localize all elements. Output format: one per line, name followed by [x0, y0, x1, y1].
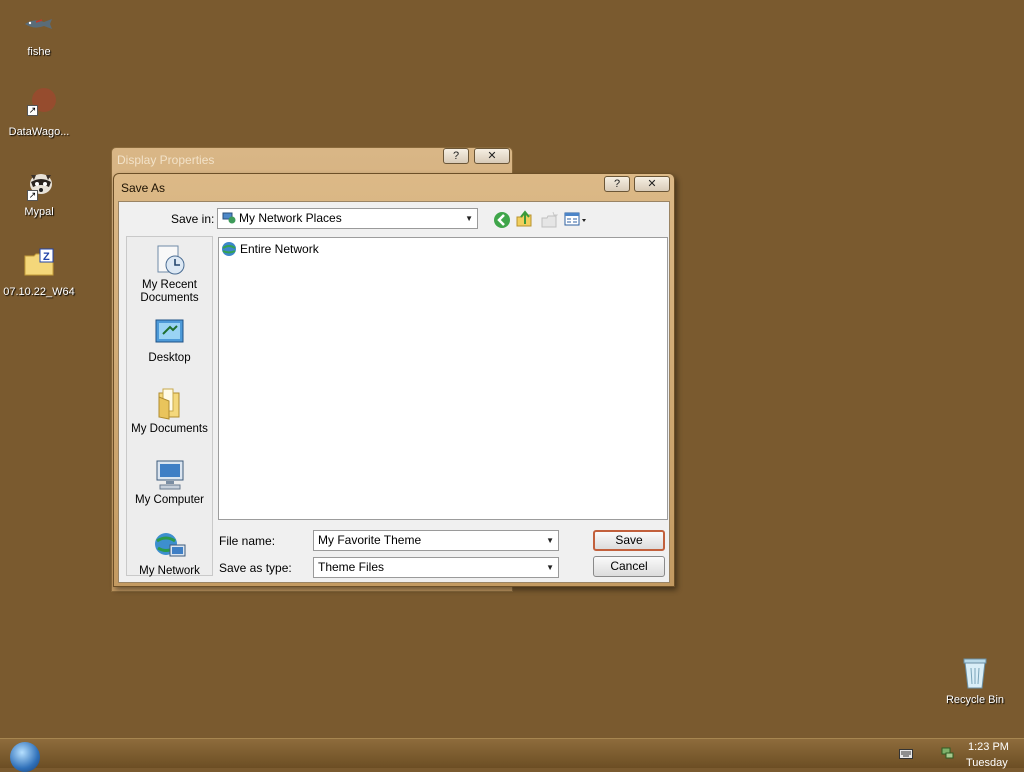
place-my-recent-documents[interactable]: My Recent Documents: [127, 243, 212, 305]
file-name: Entire Network: [240, 242, 319, 256]
file-name-label: File name:: [219, 534, 276, 548]
network-places-icon: [222, 211, 236, 224]
my-network-icon: [153, 529, 187, 563]
datawagon-icon: ↗: [22, 88, 56, 122]
shortcut-arrow-icon: ↗: [27, 190, 38, 201]
svg-text:Z: Z: [43, 251, 50, 263]
place-label: My Recent Documents: [140, 279, 199, 304]
save-in-value: My Network Places: [239, 211, 342, 225]
list-item[interactable]: Entire Network: [221, 241, 319, 257]
clock-day[interactable]: Tuesday: [966, 757, 1008, 769]
chevron-down-icon: ▼: [465, 214, 473, 223]
save-type-select[interactable]: Theme Files ▼: [313, 557, 559, 578]
help-button[interactable]: ?: [604, 176, 630, 192]
place-my-network[interactable]: My Network: [127, 529, 212, 578]
fish-icon: [22, 8, 56, 42]
my-computer-icon: [153, 458, 187, 492]
desktop-icon-label: 07.10.22_W64: [3, 286, 75, 298]
clock-time[interactable]: 1:23 PM: [968, 741, 1009, 753]
place-my-documents[interactable]: My Documents: [127, 387, 212, 436]
desktop-icon-datawagon[interactable]: ↗ DataWago...: [0, 88, 78, 138]
up-folder-icon[interactable]: [515, 210, 533, 228]
recent-documents-icon: [153, 243, 187, 277]
view-menu-icon[interactable]: [564, 211, 588, 229]
window-title: Display Properties: [117, 153, 215, 167]
save-button[interactable]: Save: [593, 530, 665, 551]
dialog-title: Save As: [121, 181, 166, 195]
file-name-field[interactable]: My Favorite Theme ▼: [313, 530, 559, 551]
raccoon-icon: ↗: [22, 168, 56, 202]
place-desktop[interactable]: Desktop: [127, 316, 212, 365]
place-label: My Computer: [134, 494, 205, 506]
keyboard-icon[interactable]: [899, 748, 913, 762]
save-type-label: Save as type:: [219, 561, 292, 575]
save-as-dialog[interactable]: Save As ? ✕ Save in: My Network Places ▼: [113, 173, 675, 587]
place-label: My Network: [139, 565, 200, 577]
file-name-value: My Favorite Theme: [318, 533, 422, 547]
place-label: Desktop: [148, 352, 191, 364]
chevron-down-icon: ▼: [546, 536, 554, 545]
recycle-bin-icon: [958, 656, 992, 690]
save-in-select[interactable]: My Network Places ▼: [217, 208, 478, 229]
desktop-icon: [153, 316, 187, 350]
desktop-icon-label: fishe: [27, 46, 51, 58]
desktop-icon-zip-folder[interactable]: Z 07.10.22_W64: [0, 248, 78, 298]
save-in-label: Save in:: [171, 212, 215, 226]
places-bar: My Recent Documents Desktop My Documents…: [126, 236, 213, 578]
save-type-value: Theme Files: [318, 560, 385, 574]
cancel-button[interactable]: Cancel: [593, 556, 665, 577]
close-button[interactable]: ✕: [474, 148, 510, 164]
shortcut-arrow-icon: ↗: [27, 105, 38, 116]
chevron-down-icon: ▼: [546, 563, 554, 572]
desktop-icon-mypal[interactable]: ↗ Mypal: [0, 168, 78, 218]
desktop-icon-label: DataWago...: [8, 126, 70, 138]
close-button[interactable]: ✕: [634, 176, 670, 192]
desktop-icon-fishe[interactable]: fishe: [0, 8, 78, 58]
file-list[interactable]: Entire Network: [218, 237, 668, 520]
place-label: My Documents: [131, 423, 208, 435]
network-tray-icon[interactable]: [940, 746, 954, 763]
desktop-icon-label: Mypal: [24, 206, 54, 218]
globe-icon: [221, 241, 237, 257]
desktop-icon-recycle-bin[interactable]: Recycle Bin: [936, 656, 1014, 706]
desktop-icon-label: Recycle Bin: [945, 694, 1005, 706]
my-documents-icon: [153, 387, 187, 421]
zip-folder-icon: Z: [22, 248, 56, 282]
dialog-body: Save in: My Network Places ▼ My Recent D…: [118, 201, 670, 583]
place-my-computer[interactable]: My Computer: [127, 458, 212, 507]
new-folder-icon[interactable]: [540, 211, 559, 229]
taskbar: 1:23 PM Tuesday: [0, 738, 1024, 772]
back-icon[interactable]: [493, 211, 511, 229]
help-button[interactable]: ?: [443, 148, 469, 164]
